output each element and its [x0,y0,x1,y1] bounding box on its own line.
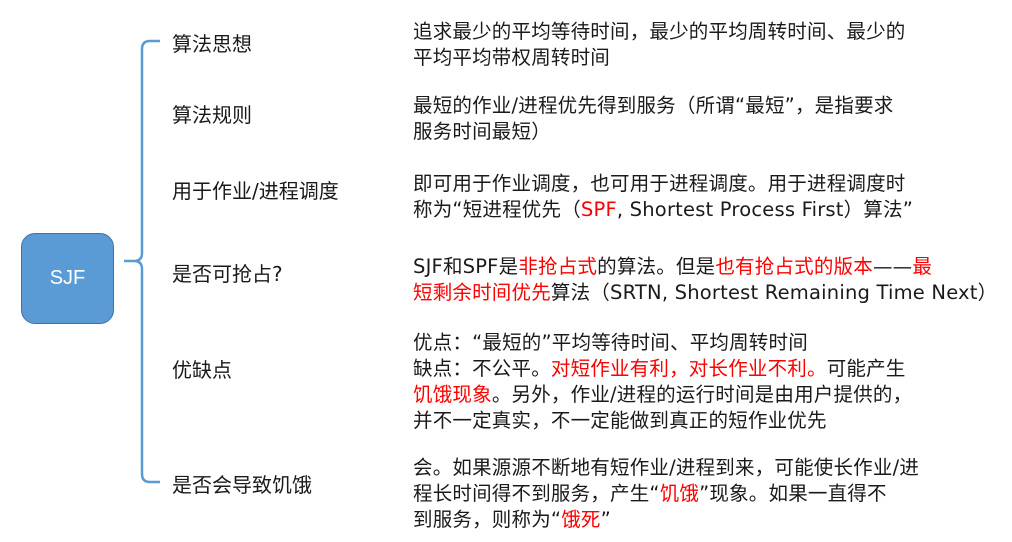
desc-line: 缺点：不公平。对短作业有利，对长作业不利。可能产生 [413,356,1008,382]
desc-text: 的算法。但是 [597,255,716,278]
desc-text: 称为“短进程优先（ [413,198,581,221]
branch-label-starvation: 是否会导致饥饿 [172,473,312,497]
desc-text: ” [600,508,611,531]
highlighted-text: 非抢占式 [518,255,598,278]
desc-text: 最短的作业/进程优先得到服务（所谓“最短”，是指要求 [413,94,894,117]
desc-text: —— [872,255,913,278]
desc-text: 平均平均带权周转时间 [413,46,611,69]
highlighted-text: SPF [580,198,617,221]
desc-text: ”现象。如果一直得不 [699,482,887,505]
highlighted-text: 饥饿 [659,482,700,505]
desc-line: 程长时间得不到服务，产生“饥饿”现象。如果一直得不 [413,481,1008,507]
desc-text: 程长时间得不到服务，产生“ [413,482,660,505]
desc-line: SJF和SPF是非抢占式的算法。但是也有抢占式的版本——最 [413,254,1008,280]
desc-text: 会。如果源源不断地有短作业/进程到来，可能使长作业/进 [413,456,920,479]
desc-line: 服务时间最短） [413,119,1008,145]
desc-text: 并不一定真实，不一定能做到真正的短作业优先 [413,409,827,432]
desc-line: 平均平均带权周转时间 [413,45,1008,71]
highlighted-text: 饥饿现象 [413,383,492,406]
desc-line: 追求最少的平均等待时间，最少的平均周转时间、最少的 [413,19,1008,45]
highlighted-text: 也有抢占式的版本 [715,255,873,278]
desc-text: 优点：“最短的”平均等待时间、平均周转时间 [413,331,808,354]
desc-starvation: 会。如果源源不断地有短作业/进程到来，可能使长作业/进 程长时间得不到服务，产生“… [413,455,1008,533]
desc-text: 到服务，则称为“ [413,508,562,531]
desc-algorithm-idea: 追求最少的平均等待时间，最少的平均周转时间、最少的 平均平均带权周转时间 [413,19,1008,71]
root-node-sjf: SJF [21,233,114,324]
desc-text: 即可用于作业调度，也可用于进程调度。用于进程调度时 [413,172,906,195]
desc-line: 短剩余时间优先算法（SRTN, Shortest Remaining Time … [413,280,1008,306]
desc-line: 会。如果源源不断地有短作业/进程到来，可能使长作业/进 [413,455,1008,481]
highlighted-text: 短剩余时间优先 [413,281,551,304]
desc-scheduling-use: 即可用于作业调度，也可用于进程调度。用于进程调度时 称为“短进程优先（SPF, S… [413,171,1008,223]
desc-pros-cons: 优点：“最短的”平均等待时间、平均周转时间 缺点：不公平。对短作业有利，对长作业不… [413,330,1008,434]
highlighted-text: 对短作业有利，对长作业不利。 [550,357,827,380]
desc-algorithm-rule: 最短的作业/进程优先得到服务（所谓“最短”，是指要求 服务时间最短） [413,93,1008,145]
branch-label-algorithm-rule: 算法规则 [172,103,252,127]
desc-text: , Shortest Process First）算法” [616,198,914,221]
desc-line: 并不一定真实，不一定能做到真正的短作业优先 [413,408,1008,434]
desc-line: 优点：“最短的”平均等待时间、平均周转时间 [413,330,1008,356]
desc-line: 最短的作业/进程优先得到服务（所谓“最短”，是指要求 [413,93,1008,119]
desc-text: 服务时间最短） [413,120,551,143]
desc-text: 。另外，作业/进程的运行时间是由用户提供的， [491,383,913,406]
branch-label-scheduling-use: 用于作业/进程调度 [172,179,339,203]
desc-text: SJF和SPF是 [413,255,519,278]
highlighted-text: 最 [912,255,933,278]
desc-text: 可能产生 [826,357,906,380]
desc-line: 到服务，则称为“饿死” [413,507,1008,533]
desc-text: 算法（SRTN, Shortest Remaining Time Next） [550,281,998,304]
desc-text: 追求最少的平均等待时间，最少的平均周转时间、最少的 [413,20,906,43]
desc-line: 饥饿现象。另外，作业/进程的运行时间是由用户提供的， [413,382,1008,408]
root-label: SJF [49,267,86,289]
branch-label-algorithm-idea: 算法思想 [172,32,252,56]
branch-label-preemptive: 是否可抢占? [172,262,283,286]
desc-preemptive: SJF和SPF是非抢占式的算法。但是也有抢占式的版本——最 短剩余时间优先算法（S… [413,254,1008,306]
branch-label-pros-cons: 优缺点 [172,358,232,382]
desc-text: 缺点：不公平。 [413,357,551,380]
desc-line: 即可用于作业调度，也可用于进程调度。用于进程调度时 [413,171,1008,197]
desc-line: 称为“短进程优先（SPF, Shortest Process First）算法” [413,197,1008,223]
highlighted-text: 饿死 [561,508,601,531]
